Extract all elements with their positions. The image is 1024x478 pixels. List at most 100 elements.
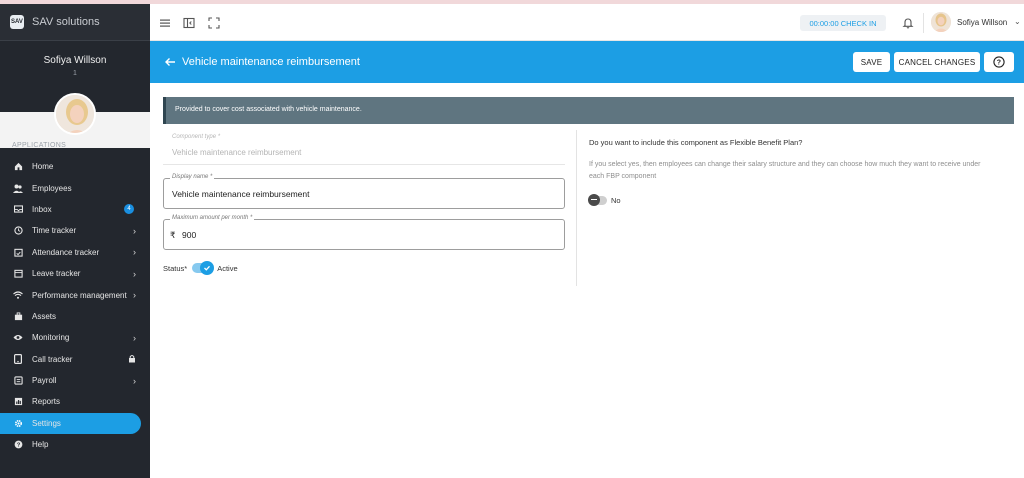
component-type-value: Vehicle maintenance reimbursement bbox=[172, 148, 302, 157]
sidebar-user-name: Sofiya Willson bbox=[43, 55, 107, 66]
avatar[interactable] bbox=[931, 12, 951, 32]
sidebar-item-label: Monitoring bbox=[32, 333, 70, 343]
wifi-icon bbox=[13, 290, 23, 300]
status-label: Status* bbox=[163, 263, 188, 273]
sidebar-item-label: Call tracker bbox=[32, 354, 73, 364]
column-divider bbox=[576, 130, 577, 286]
page-header: Vehicle maintenance reimbursement SAVE C… bbox=[150, 41, 1024, 83]
info-banner: Provided to cover cost associated with v… bbox=[163, 97, 1014, 124]
sidebar-item-label: Settings bbox=[32, 418, 61, 428]
sidebar-item-payroll[interactable]: Payroll › bbox=[0, 370, 150, 391]
help-icon: ? bbox=[13, 440, 23, 450]
sidebar-user-id: 1 bbox=[73, 70, 77, 77]
page-title: Vehicle maintenance reimbursement bbox=[182, 56, 360, 68]
display-name-field[interactable]: Display name * Vehicle maintenance reimb… bbox=[163, 174, 565, 209]
sidebar-item-time-tracker[interactable]: Time tracker › bbox=[0, 220, 150, 241]
check-in-button[interactable]: 00:00:00 CHECK IN bbox=[800, 15, 886, 31]
topbar-user-name[interactable]: Sofiya Willson bbox=[957, 18, 1007, 27]
chevron-right-icon: › bbox=[133, 375, 136, 386]
calendar-check-icon bbox=[13, 247, 23, 257]
phone-icon bbox=[13, 354, 23, 365]
help-button[interactable]: ? bbox=[984, 52, 1014, 72]
chevron-down-icon[interactable]: ⌄ bbox=[1014, 17, 1021, 26]
briefcase-icon bbox=[13, 311, 23, 321]
sidebar-item-label: Reports bbox=[32, 397, 61, 407]
chevron-right-icon: › bbox=[133, 225, 136, 236]
calendar-icon bbox=[13, 269, 23, 279]
sidebar-header: SAV SAV solutions bbox=[0, 4, 150, 41]
sidebar-item-label: Employees bbox=[32, 183, 72, 193]
sidebar-item-call-tracker[interactable]: Call tracker bbox=[0, 349, 150, 370]
display-name-input[interactable]: Vehicle maintenance reimbursement bbox=[172, 189, 310, 199]
max-amount-field[interactable]: Maximum amount per month * ₹ 900 bbox=[163, 215, 565, 250]
sidebar-item-leave-tracker[interactable]: Leave tracker › bbox=[0, 263, 150, 284]
status-row: Status* Active bbox=[163, 261, 238, 275]
sidebar-item-reports[interactable]: Reports bbox=[0, 391, 150, 412]
gear-icon bbox=[13, 418, 23, 428]
mail-icon bbox=[13, 204, 23, 214]
brand-name: SAV solutions bbox=[32, 16, 100, 28]
sidebar-item-label: Payroll bbox=[32, 376, 57, 386]
sidebar-item-label: Inbox bbox=[32, 204, 52, 214]
avatar[interactable] bbox=[54, 93, 96, 135]
display-name-label: Display name * bbox=[170, 174, 215, 180]
help-glyph: ? bbox=[997, 60, 1001, 67]
sidebar-item-employees[interactable]: Employees bbox=[0, 177, 150, 198]
sidebar-item-label: Attendance tracker bbox=[32, 247, 100, 257]
check-icon bbox=[200, 261, 215, 275]
chevron-right-icon: › bbox=[133, 290, 136, 301]
fbp-description: If you select yes, then employees can ch… bbox=[589, 161, 981, 180]
help-circle-icon: ? bbox=[993, 56, 1005, 68]
currency-symbol: ₹ bbox=[170, 230, 176, 240]
sidebar-item-label: Performance management bbox=[32, 290, 127, 300]
sidebar-nav: Home Employees Inbox 4 Time tracker › At… bbox=[0, 156, 150, 455]
sidebar: SAV SAV solutions Sofiya Willson 1 APPLI… bbox=[0, 4, 150, 478]
status-toggle[interactable] bbox=[192, 261, 215, 275]
fbp-toggle[interactable] bbox=[588, 193, 607, 206]
status-value: Active bbox=[217, 263, 238, 273]
sidebar-item-label: Time tracker bbox=[32, 226, 77, 236]
svg-text:?: ? bbox=[16, 443, 20, 449]
chevron-right-icon: › bbox=[133, 268, 136, 279]
max-amount-label: Maximum amount per month * bbox=[170, 215, 255, 221]
back-arrow-icon[interactable] bbox=[164, 55, 176, 73]
people-icon bbox=[13, 183, 23, 193]
brand-logo[interactable]: SAV bbox=[10, 15, 24, 29]
sidebar-item-home[interactable]: Home bbox=[0, 156, 150, 177]
sidebar-user: Sofiya Willson 1 bbox=[0, 41, 150, 77]
sidebar-item-label: Leave tracker bbox=[32, 269, 81, 279]
inbox-count-badge: 4 bbox=[124, 204, 134, 215]
sidebar-item-inbox[interactable]: Inbox 4 bbox=[0, 199, 150, 220]
menu-icon[interactable] bbox=[159, 16, 171, 28]
sidebar-item-performance-management[interactable]: Performance management › bbox=[0, 284, 150, 305]
sidebar-item-monitoring[interactable]: Monitoring › bbox=[0, 327, 150, 348]
component-type-field: Component type * Vehicle maintenance rei… bbox=[163, 130, 565, 165]
chevron-right-icon: › bbox=[133, 332, 136, 343]
fullscreen-icon[interactable] bbox=[208, 16, 220, 29]
max-amount-input[interactable]: 900 bbox=[182, 230, 196, 240]
chevron-right-icon: › bbox=[133, 247, 136, 258]
topbar-divider bbox=[923, 13, 924, 33]
minus-icon bbox=[588, 193, 600, 206]
sidebar-item-assets[interactable]: Assets bbox=[0, 306, 150, 327]
fbp-question: Do you want to include this component as… bbox=[589, 138, 803, 147]
sidebar-section-label: APPLICATIONS bbox=[12, 142, 67, 149]
sidebar-item-attendance-tracker[interactable]: Attendance tracker › bbox=[0, 242, 150, 263]
sidebar-item-label: Help bbox=[32, 440, 49, 450]
lock-icon bbox=[128, 354, 136, 365]
sidebar-item-help[interactable]: ? Help bbox=[0, 434, 150, 455]
sidebar-item-label: Home bbox=[32, 162, 54, 172]
save-button[interactable]: SAVE bbox=[853, 52, 890, 72]
fbp-toggle-row: No bbox=[588, 193, 621, 206]
sidebar-toggle-icon[interactable] bbox=[183, 16, 195, 29]
info-banner-text: Provided to cover cost associated with v… bbox=[175, 106, 362, 113]
eye-icon bbox=[13, 333, 23, 343]
topbar: 00:00:00 CHECK IN Sofiya Willson ⌄ bbox=[150, 4, 1024, 41]
home-icon bbox=[13, 162, 23, 172]
report-icon bbox=[13, 397, 23, 407]
cancel-changes-button[interactable]: CANCEL CHANGES bbox=[894, 52, 980, 72]
wallet-icon bbox=[13, 376, 23, 386]
bell-icon[interactable] bbox=[902, 16, 914, 29]
component-type-label: Component type * bbox=[172, 134, 221, 140]
sidebar-item-settings[interactable]: Settings bbox=[0, 412, 141, 435]
